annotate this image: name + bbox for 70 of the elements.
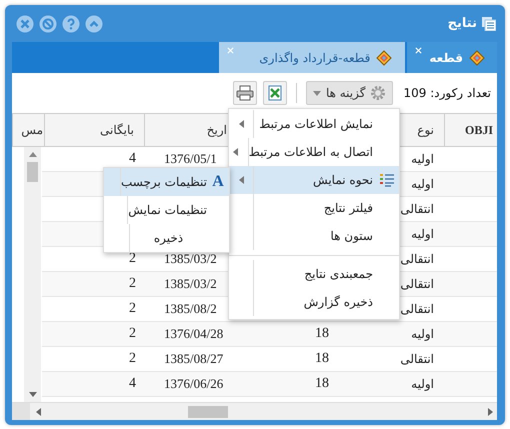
scroll-down-icon[interactable]: [28, 392, 36, 397]
table-cell: 1376/06/26: [164, 376, 224, 392]
menu-item[interactable]: جمعبندی نتایج: [229, 260, 399, 288]
record-count: تعداد رکورد: 109: [403, 86, 491, 100]
menu-item[interactable]: نحوه نمایش: [229, 166, 399, 194]
windows-icon: [482, 16, 496, 30]
menu-item[interactable]: نمایش اطلاعات مرتبط: [229, 110, 399, 138]
diamond-icon: [376, 50, 392, 66]
print-button[interactable]: [232, 81, 257, 105]
table-cell: 4: [129, 151, 136, 167]
table-cell: 18: [315, 326, 329, 342]
submenu-arrow-icon: [233, 148, 238, 156]
help-icon[interactable]: [62, 14, 80, 32]
spreadsheet-icon: [266, 85, 283, 101]
table-cell: اولیه: [411, 377, 434, 391]
submenu-arrow-icon: [238, 176, 244, 184]
list-icon: [380, 173, 394, 187]
close-icon[interactable]: [415, 47, 422, 54]
menu-item[interactable]: تنظیمات نمایش: [104, 196, 229, 224]
menu-item[interactable]: ذخیره: [104, 224, 229, 252]
excel-button[interactable]: [262, 81, 287, 105]
table-cell: انتقالی: [400, 277, 434, 291]
close-icon[interactable]: [16, 14, 34, 32]
table-cell: انتقالی: [400, 302, 434, 316]
table-cell: 2: [129, 351, 136, 367]
vertical-scrollbar[interactable]: [24, 147, 41, 402]
table-cell: انتقالی: [400, 352, 434, 366]
table-cell: 18: [315, 376, 329, 392]
window-title: نتایج: [448, 16, 477, 31]
table-cell: اولیه: [411, 177, 434, 191]
table-cell: 2: [129, 301, 136, 317]
table-cell: اولیه: [411, 152, 434, 166]
font-icon: A: [212, 173, 224, 191]
table-cell: 1385/03/2: [164, 251, 217, 267]
tab[interactable]: قطعه-قرارداد واگذاری: [219, 42, 406, 73]
horizontal-scrollbar[interactable]: [30, 403, 497, 420]
table-cell: 1376/04/28: [164, 326, 224, 342]
scroll-right-icon[interactable]: [488, 408, 493, 416]
diamond-icon: [469, 50, 485, 66]
submenu-arrow-icon: [238, 120, 244, 128]
table-cell: اولیه: [411, 327, 434, 341]
column-header[interactable]: مس: [21, 123, 43, 137]
table-cell: انتقالی: [400, 252, 434, 266]
column-header[interactable]: نوع: [417, 123, 434, 137]
table-cell: 1385/03/2: [164, 276, 217, 292]
column-header[interactable]: بایگانی: [100, 123, 134, 137]
menu-item[interactable]: ذخیره گزارش: [229, 288, 399, 316]
scroll-thumb[interactable]: [27, 162, 38, 182]
collapse-icon[interactable]: [85, 14, 103, 32]
table-cell: اولیه: [411, 227, 434, 241]
table-cell: 2: [129, 326, 136, 342]
column-header[interactable]: اریخ: [206, 123, 227, 137]
options-button[interactable]: گزینه ها: [306, 81, 394, 105]
close-icon[interactable]: [227, 47, 234, 54]
table-cell: 2: [129, 251, 136, 267]
scroll-thumb[interactable]: [188, 406, 228, 418]
scroll-left-icon[interactable]: [36, 408, 41, 416]
scroll-up-icon[interactable]: [28, 152, 36, 157]
gear-icon: [370, 85, 386, 101]
table-cell: 2: [129, 276, 136, 292]
caret-icon: [312, 90, 321, 96]
table-cell: 1376/05/1: [164, 151, 217, 167]
table-cell: 18: [315, 351, 329, 367]
table-cell: انتقالی: [400, 202, 434, 216]
printer-icon: [236, 85, 254, 101]
column-header[interactable]: OBJI: [464, 122, 493, 138]
block-icon[interactable]: [39, 14, 57, 32]
table-cell: 4: [129, 376, 136, 392]
table-cell: 1385/08/2: [164, 301, 217, 317]
table-cell: 1385/08/27: [164, 351, 224, 367]
